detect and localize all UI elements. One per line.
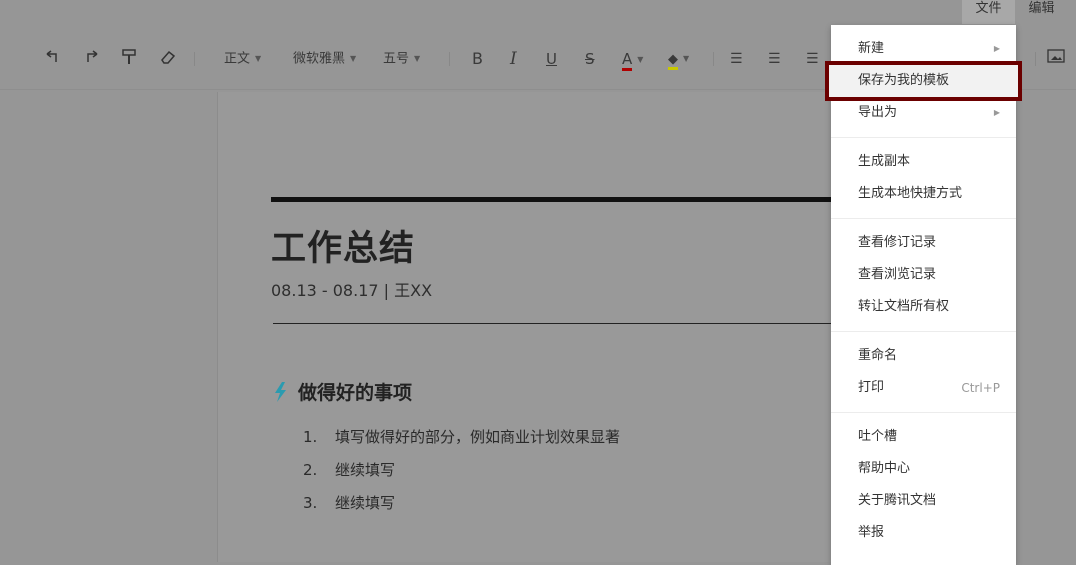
list-number: 2. [303,461,318,479]
menu-item[interactable]: 生成本地快捷方式 [831,178,1016,210]
chevron-right-icon: ▶ [993,44,1000,53]
font-size-select[interactable]: 五号 ▼ [383,48,420,71]
menu-item-label: 查看浏览记录 [858,267,937,282]
list-item[interactable]: 1. 填写做得好的部分，例如商业计划效果显著 [303,426,620,447]
italic-button[interactable]: I [510,48,517,70]
clear-format-icon[interactable] [159,48,177,73]
menu-divider [831,218,1016,219]
font-color-icon: A [622,50,633,71]
section-heading[interactable]: 做得好的事项 [272,378,412,405]
font-label: 微软雅黑 [293,51,346,67]
list-number: 1. [303,428,318,446]
list-text: 填写做得好的部分，例如商业计划效果显著 [335,428,621,446]
menu-item-label: 帮助中心 [858,461,911,476]
bold-button[interactable]: B [472,48,483,70]
style-label: 正文 [224,51,251,67]
menu-item-label: 保存为我的模板 [858,73,950,88]
menu-item[interactable]: 关于腾讯文档 [831,485,1016,517]
align-left-icon[interactable]: ☰ [730,48,743,70]
menu-divider [831,331,1016,332]
size-label: 五号 [383,51,410,67]
file-menu-dropdown: 新建 ▶ 保存为我的模板 导出为 ▶ 生成副本生成本地快捷方式 查看修订记录 查看浏览记录 转让… [825,25,1022,565]
menu-item-label: 关于腾讯文档 [858,493,937,508]
font-family-select[interactable]: 微软雅黑 ▼ [293,48,356,71]
menu-item-label: 导出为 [858,105,898,120]
chevron-down-icon: ▼ [350,54,357,63]
list-text: 继续填写 [335,461,396,479]
menu-item-label: 生成本地快捷方式 [858,186,963,201]
menu-divider [831,412,1016,413]
menu-item-label: 举报 [858,525,885,540]
doc-meta[interactable]: 08.13 - 08.17 | 王XX [271,277,432,301]
divider [273,323,833,324]
divider [194,52,195,66]
menu-item[interactable]: 生成副本 [831,146,1016,178]
chevron-down-icon: ▼ [255,54,262,63]
menu-item[interactable]: 吐个槽 [831,421,1016,453]
section-heading-text: 做得好的事项 [298,382,413,404]
divider [713,52,714,66]
shortcut-label: Ctrl+P [961,381,1000,395]
list-text: 继续填写 [335,494,396,512]
menu-edit[interactable]: 编辑 [1015,0,1068,24]
menu-item[interactable]: 查看修订记录 [831,227,1016,259]
divider [1035,52,1036,66]
menu-item[interactable]: 打印 Ctrl+P [831,372,1016,404]
menu-item[interactable]: 转让文档所有权 [831,291,1016,323]
menu-item-label: 查看修订记录 [858,235,937,250]
menu-file[interactable]: 文件 [962,0,1015,24]
menu-item-label: 重命名 [858,348,898,363]
doc-title[interactable]: 工作总结 [271,220,415,271]
menu-item[interactable]: 查看浏览记录 [831,259,1016,291]
list-item[interactable]: 2. 继续填写 [303,459,395,480]
menu-item[interactable]: 保存为我的模板 [825,61,1022,101]
list-item[interactable]: 3. 继续填写 [303,492,395,513]
align-right-icon[interactable]: ☰ [806,48,819,70]
menu-item[interactable]: 导出为 ▶ [831,97,1016,129]
menu-item[interactable]: 举报 [831,517,1016,549]
menu-item-label: 打印 [858,380,885,395]
menu-item-label: 转让文档所有权 [858,299,950,314]
menu-item[interactable]: 新建 ▶ [831,33,1016,65]
chevron-right-icon: ▶ [993,108,1000,117]
menu-item[interactable]: 帮助中心 [831,453,1016,485]
underline-button[interactable]: U [546,48,557,70]
redo-icon[interactable] [82,48,100,73]
paint-bucket-icon: ◆ [668,51,678,70]
align-center-icon[interactable]: ☰ [768,48,781,70]
menu-item[interactable]: 重命名 [831,340,1016,372]
menu-divider [831,137,1016,138]
menu-item-label: 新建 [858,41,885,56]
insert-image-icon[interactable] [1047,48,1065,70]
highlight-color-button[interactable]: ◆ ▼ [668,48,689,71]
divider [449,52,450,66]
chevron-down-icon: ▼ [637,54,644,64]
chevron-down-icon: ▼ [414,54,421,63]
chevron-down-icon: ▼ [683,54,690,63]
list-number: 3. [303,494,318,512]
format-painter-icon[interactable] [121,48,137,73]
lightning-icon [275,381,286,402]
menu-item-label: 吐个槽 [858,429,898,444]
paragraph-style-select[interactable]: 正文 ▼ [224,48,261,71]
menu-item-label: 生成副本 [858,154,911,169]
title-rule [271,197,831,202]
undo-icon[interactable] [44,48,62,73]
font-color-button[interactable]: A ▼ [622,48,643,71]
strikethrough-button[interactable]: S [585,48,595,70]
